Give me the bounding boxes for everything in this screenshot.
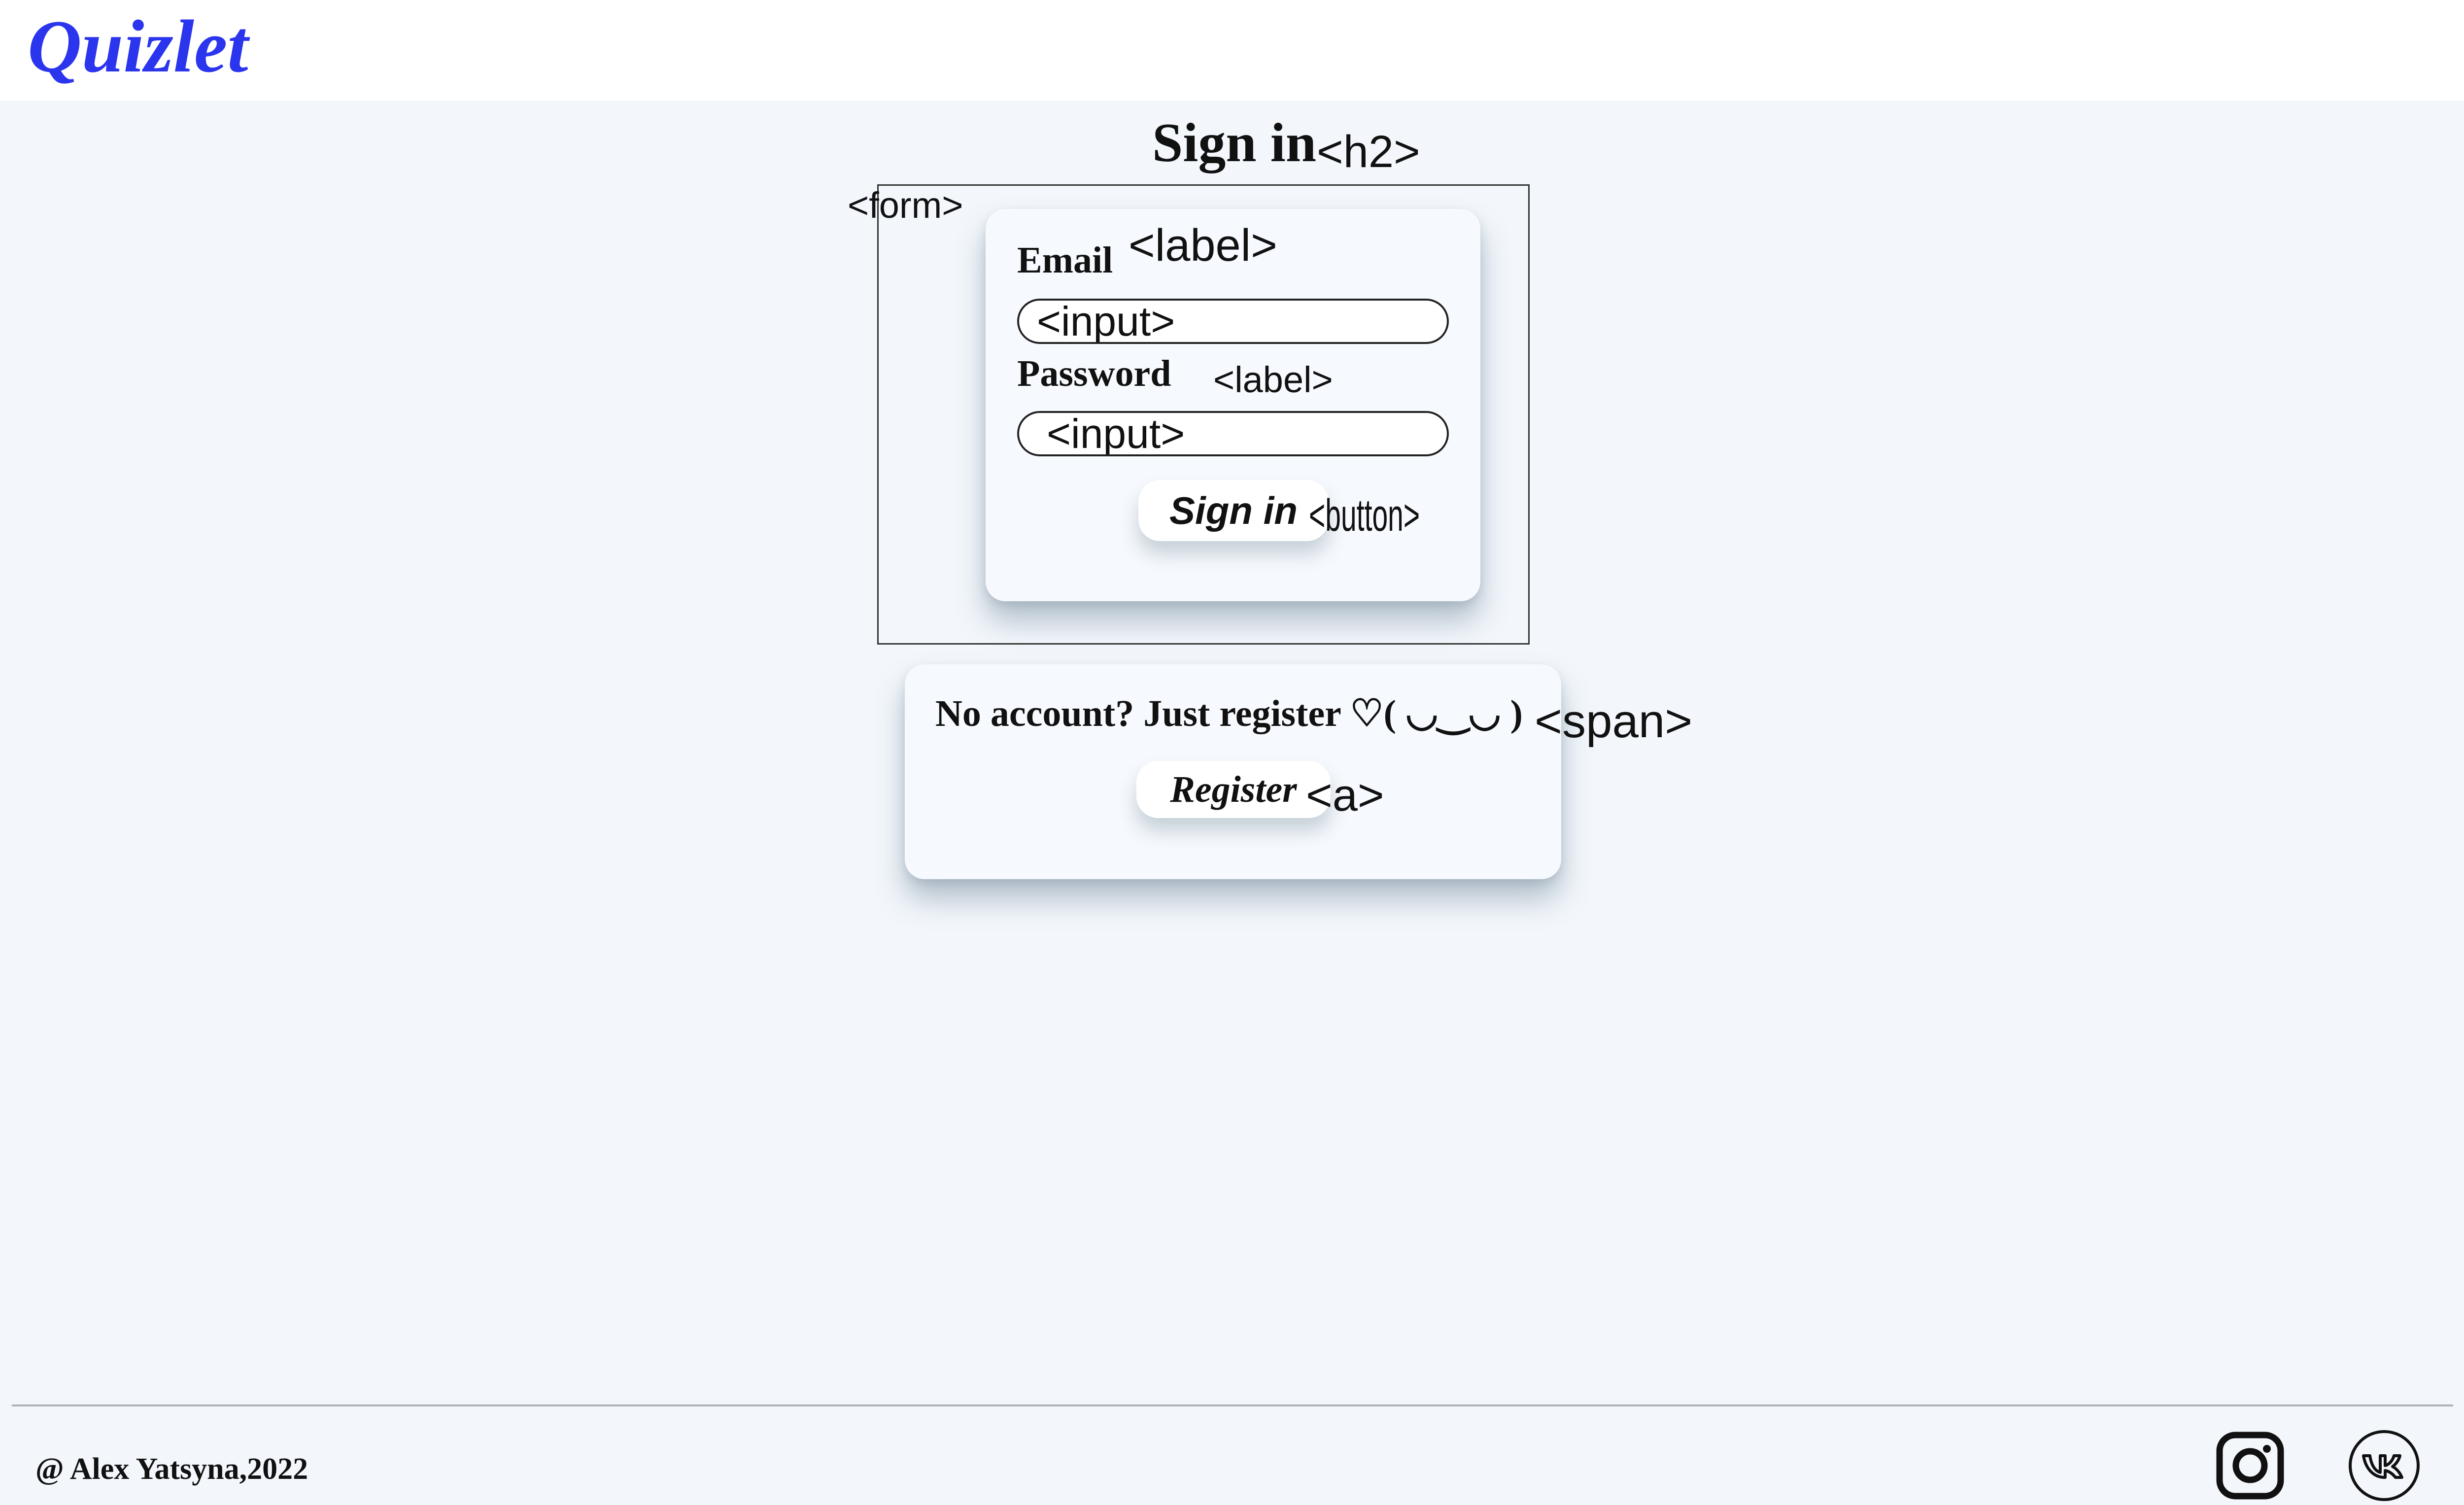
register-prompt-annotation: <span> <box>1535 695 1693 748</box>
footer-divider <box>12 1404 2453 1406</box>
form-annotation: <form> <box>848 185 963 226</box>
button-annotation: <button> <box>1309 490 1420 541</box>
signin-button[interactable]: Sign in <box>1138 480 1329 541</box>
email-label-annotation: <label> <box>1129 220 1277 271</box>
password-label: Password <box>1017 353 1171 394</box>
logo[interactable]: Quizlet <box>28 9 248 84</box>
email-label: Email <box>1017 239 1113 281</box>
header: Quizlet <box>0 0 2464 101</box>
copyright: @ Alex Yatsyna,2022 <box>35 1452 308 1486</box>
register-link-annotation: <a> <box>1306 770 1384 821</box>
email-input[interactable] <box>1017 299 1449 344</box>
vk-icon[interactable] <box>2347 1428 2422 1503</box>
page-title: Sign in <box>1152 112 1317 173</box>
register-prompt: No account? Just register ♡( ◡‿◡ ) <box>935 693 1523 734</box>
instagram-icon[interactable] <box>2213 1428 2288 1503</box>
password-input[interactable] <box>1017 411 1449 456</box>
title-annotation: <h2> <box>1317 127 1420 177</box>
register-link[interactable]: Register <box>1136 761 1331 818</box>
password-label-annotation: <label> <box>1213 359 1333 400</box>
